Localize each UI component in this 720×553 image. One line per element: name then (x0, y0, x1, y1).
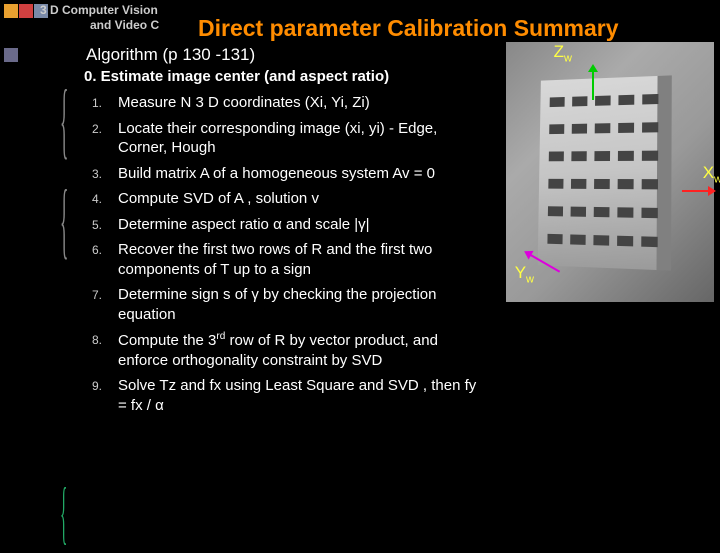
step-item: 6.Recover the first two rows of R and th… (76, 240, 486, 279)
building-shape (538, 75, 672, 270)
square-1 (4, 4, 18, 18)
y-axis-label: Yw (515, 263, 534, 285)
step-text: Compute the 3rd row of R by vector produ… (118, 330, 486, 370)
step-item: 9.Solve Tz and fx using Least Square and… (76, 376, 486, 415)
step-item: 8.Compute the 3rd row of R by vector pro… (76, 330, 486, 370)
step-zero: 0. Estimate image center (and aspect rat… (84, 68, 486, 85)
step-number: 9. (76, 376, 118, 393)
step-item: 1.Measure N 3 D coordinates (Xi, Yi, Zi) (76, 93, 486, 113)
subtitle-prefix: and Video C (90, 18, 159, 32)
calibration-image (506, 42, 714, 302)
steps-list: 0. Estimate image center (and aspect rat… (76, 68, 486, 421)
step-text: Determine sign s of γ by checking the pr… (118, 285, 486, 324)
step-number: 5. (76, 215, 118, 232)
step-item: 3.Build matrix A of a homogeneous system… (76, 164, 486, 184)
step-text: Determine aspect ratio α and scale |γ| (118, 215, 486, 235)
algorithm-ref: Algorithm (p 130 -131) (86, 45, 255, 65)
x-axis-arrow (682, 190, 710, 192)
square-2 (19, 4, 33, 18)
brace-icon: { (60, 170, 68, 269)
z-axis-label: Zw (554, 42, 572, 64)
step-text: Recover the first two rows of R and the … (118, 240, 486, 279)
brace-icon: { (60, 70, 68, 169)
step-text: Build matrix A of a homogeneous system A… (118, 164, 486, 184)
step-number: 6. (76, 240, 118, 257)
step-item: 4.Compute SVD of A , solution v (76, 189, 486, 209)
step-item: 2.Locate their corresponding image (xi, … (76, 119, 486, 158)
step-text: Compute SVD of A , solution v (118, 189, 486, 209)
step-number: 1. (76, 93, 118, 110)
slide-header: 3 D Computer Vision and Video C Direct p… (0, 0, 720, 4)
course-title: 3 D Computer Vision (40, 3, 158, 17)
main-title: Direct parameter Calibration Summary (198, 15, 619, 42)
step-number: 4. (76, 189, 118, 206)
step-item: 5.Determine aspect ratio α and scale |γ| (76, 215, 486, 235)
step-number: 3. (76, 164, 118, 181)
x-axis-label: Xw (703, 163, 720, 185)
z-axis-arrow (592, 70, 594, 100)
step-text: Measure N 3 D coordinates (Xi, Yi, Zi) (118, 93, 486, 113)
step-number: 8. (76, 330, 118, 347)
step-number: 2. (76, 119, 118, 136)
step-text: Locate their corresponding image (xi, yi… (118, 119, 486, 158)
brace-icon: { (60, 472, 67, 553)
step-number: 7. (76, 285, 118, 302)
bullet-square (4, 48, 18, 62)
step-item: 7.Determine sign s of γ by checking the … (76, 285, 486, 324)
step-text: Solve Tz and fx using Least Square and S… (118, 376, 486, 415)
